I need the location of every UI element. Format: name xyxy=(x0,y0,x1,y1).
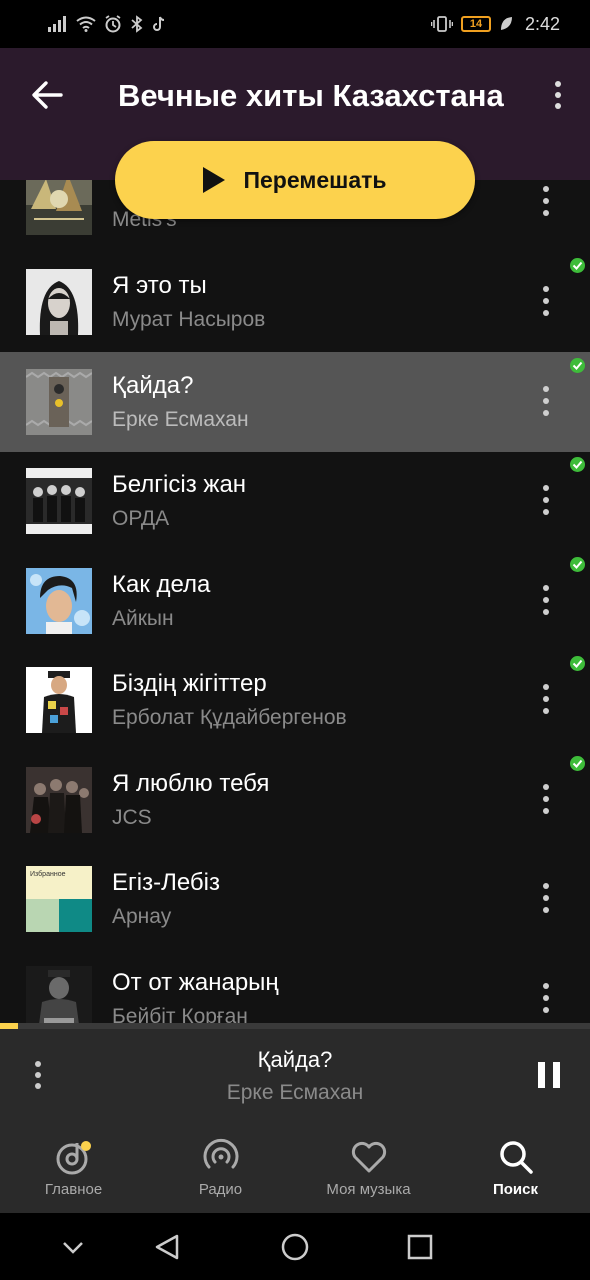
track-row[interactable]: От от жанарың Бейбіт Корған xyxy=(0,949,590,1023)
heart-icon xyxy=(351,1141,386,1173)
status-icons-right: 14 2:42 xyxy=(430,13,560,35)
system-navigation-bar xyxy=(0,1213,590,1280)
track-title: Я люблю тебя xyxy=(112,770,270,797)
play-icon xyxy=(203,167,226,193)
radio-icon xyxy=(203,1138,238,1169)
status-bar: 14 2:42 xyxy=(0,0,590,48)
track-artist: Бейбіт Корған xyxy=(112,1005,248,1023)
downloaded-check-icon xyxy=(570,557,585,572)
nav-label: Поиск xyxy=(492,1181,538,1198)
track-menu-icon[interactable] xyxy=(541,485,551,515)
track-menu-icon[interactable] xyxy=(541,585,551,615)
nav-item-my-music[interactable]: Моя музыка xyxy=(295,1121,442,1213)
track-title: Как дела xyxy=(112,571,211,598)
tiktok-icon xyxy=(153,16,165,31)
nav-item-radio[interactable]: Радио xyxy=(147,1121,294,1213)
track-title: От от жанарың xyxy=(112,969,279,996)
chevron-down-icon[interactable] xyxy=(53,1227,93,1267)
nav-label: Главное xyxy=(44,1181,103,1198)
bluetooth-icon xyxy=(131,15,143,33)
status-icons-left xyxy=(48,15,166,33)
shuffle-button[interactable]: Перемешать xyxy=(115,141,475,219)
pause-icon[interactable] xyxy=(538,1062,560,1088)
album-cover: Избранное xyxy=(26,866,92,932)
leaf-icon xyxy=(500,17,512,30)
track-row[interactable]: Как дела Айкын xyxy=(0,551,590,651)
track-menu-icon[interactable] xyxy=(541,684,551,714)
album-cover xyxy=(26,568,92,634)
nav-label: Моя музыка xyxy=(326,1181,411,1198)
mini-player[interactable]: Қайда? Ерке Есмахан xyxy=(0,1029,590,1121)
track-row[interactable]: Біздің жігіттер Ерболат Құдайбергенов xyxy=(0,650,590,750)
bottom-navigation: Главное Радио Моя музыка Поиск xyxy=(0,1121,590,1213)
track-menu-icon[interactable] xyxy=(541,883,551,913)
nav-item-home[interactable]: Главное xyxy=(0,1121,147,1213)
track-title: Я это ты xyxy=(112,272,207,299)
track-artist: ОРДА xyxy=(112,507,170,530)
downloaded-check-icon xyxy=(570,656,585,671)
nav-label: Радио xyxy=(198,1181,243,1198)
track-artist: Ерболат Құдайбергенов xyxy=(112,706,347,729)
recents-square-icon[interactable] xyxy=(400,1227,440,1267)
track-menu-icon[interactable] xyxy=(541,186,551,216)
signal-icon xyxy=(48,16,66,32)
album-cover xyxy=(26,180,92,235)
downloaded-check-icon xyxy=(570,358,585,373)
clock: 2:42 xyxy=(524,13,560,34)
track-title: Егіз-Лебіз xyxy=(112,869,220,896)
home-circle-icon[interactable] xyxy=(275,1227,315,1267)
track-artist: JCS xyxy=(112,806,152,829)
home-disc-icon xyxy=(56,1141,91,1175)
album-cover xyxy=(26,767,92,833)
track-menu-icon[interactable] xyxy=(541,286,551,316)
wifi-icon xyxy=(76,16,96,32)
track-artist: Мурат Насыров xyxy=(112,308,266,331)
track-row[interactable]: Избранное Егіз-Лебіз Арнау xyxy=(0,849,590,949)
page-title: Вечные хиты Казахстана xyxy=(118,78,504,113)
back-triangle-icon[interactable] xyxy=(148,1227,188,1267)
track-artist: Ерке Есмахан xyxy=(112,408,249,431)
track-menu-icon[interactable] xyxy=(541,983,551,1013)
track-row[interactable]: Я люблю тебя JCS xyxy=(0,750,590,850)
now-playing-title: Қайда? xyxy=(257,1047,333,1072)
track-title: Қайда? xyxy=(112,372,194,399)
alarm-icon xyxy=(105,15,121,33)
back-arrow-icon[interactable] xyxy=(30,78,64,112)
downloaded-check-icon xyxy=(570,457,585,472)
album-cover xyxy=(26,468,92,534)
downloaded-check-icon xyxy=(570,756,585,771)
downloaded-check-icon xyxy=(570,258,585,273)
track-row[interactable]: Белгісіз жан ОРДА xyxy=(0,451,590,551)
album-cover xyxy=(26,667,92,733)
album-cover xyxy=(26,269,92,335)
battery-indicator: 14 xyxy=(460,16,491,32)
track-artist: Арнау xyxy=(112,905,172,928)
track-row-playing[interactable]: Қайда? Ерке Есмахан xyxy=(0,352,590,452)
track-list[interactable]: Metis's Я это ты Мурат Насыров Қайда? Ер… xyxy=(0,180,590,1023)
vibrate-icon xyxy=(430,16,453,32)
cover-caption: Избранное xyxy=(30,870,66,878)
track-title: Біздің жігіттер xyxy=(112,670,267,697)
track-menu-icon[interactable] xyxy=(541,784,551,814)
shuffle-label: Перемешать xyxy=(243,166,387,193)
track-artist: Айкын xyxy=(112,607,174,630)
album-cover xyxy=(26,369,92,435)
track-menu-icon[interactable] xyxy=(541,386,551,416)
more-options-icon[interactable] xyxy=(548,78,568,112)
nav-item-search[interactable]: Поиск xyxy=(442,1121,589,1213)
album-cover xyxy=(26,966,92,1023)
search-icon xyxy=(499,1141,533,1174)
now-playing-artist: Ерке Есмахан xyxy=(226,1081,364,1104)
track-row[interactable]: Я это ты Мурат Насыров xyxy=(0,252,590,352)
track-title: Белгісіз жан xyxy=(112,471,247,498)
